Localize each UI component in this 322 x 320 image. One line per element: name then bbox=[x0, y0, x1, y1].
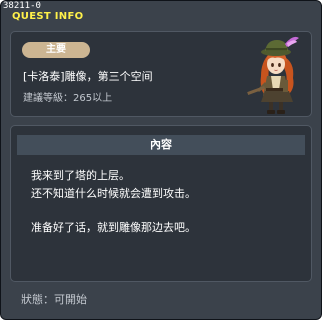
quest-summary-panel: 主要 [卡洛泰]雕像，第三个空间 建議等級：265以上 bbox=[10, 31, 312, 117]
npc-portrait-icon bbox=[247, 36, 299, 114]
quest-type-badge: 主要 bbox=[22, 42, 90, 58]
quest-status: 狀態：可開始 bbox=[21, 293, 87, 306]
quest-content-panel: 內容 我来到了塔的上层。 还不知道什么时候就会遭到攻击。 准备好了话，就到雕像那… bbox=[10, 125, 312, 282]
content-body: 我来到了塔的上层。 还不知道什么时候就会遭到攻击。 准备好了话，就到雕像那边去吧… bbox=[31, 167, 301, 237]
content-line: 还不知道什么时候就会遭到攻击。 bbox=[31, 187, 196, 200]
content-line: 准备好了话，就到雕像那边去吧。 bbox=[31, 221, 196, 234]
recommended-level: 建議等級：265以上 bbox=[23, 93, 113, 104]
quest-id: 38211-0 bbox=[3, 1, 41, 11]
quest-name: [卡洛泰]雕像，第三个空间 bbox=[23, 70, 153, 83]
quest-info-window: 38211-0 QUEST INFO 主要 [卡洛泰]雕像，第三个空间 建議等級… bbox=[0, 0, 322, 320]
content-line: 我来到了塔的上层。 bbox=[31, 169, 130, 182]
window-title[interactable]: QUEST INFO bbox=[12, 11, 83, 23]
content-spacer bbox=[31, 203, 301, 219]
content-header: 內容 bbox=[17, 135, 305, 155]
